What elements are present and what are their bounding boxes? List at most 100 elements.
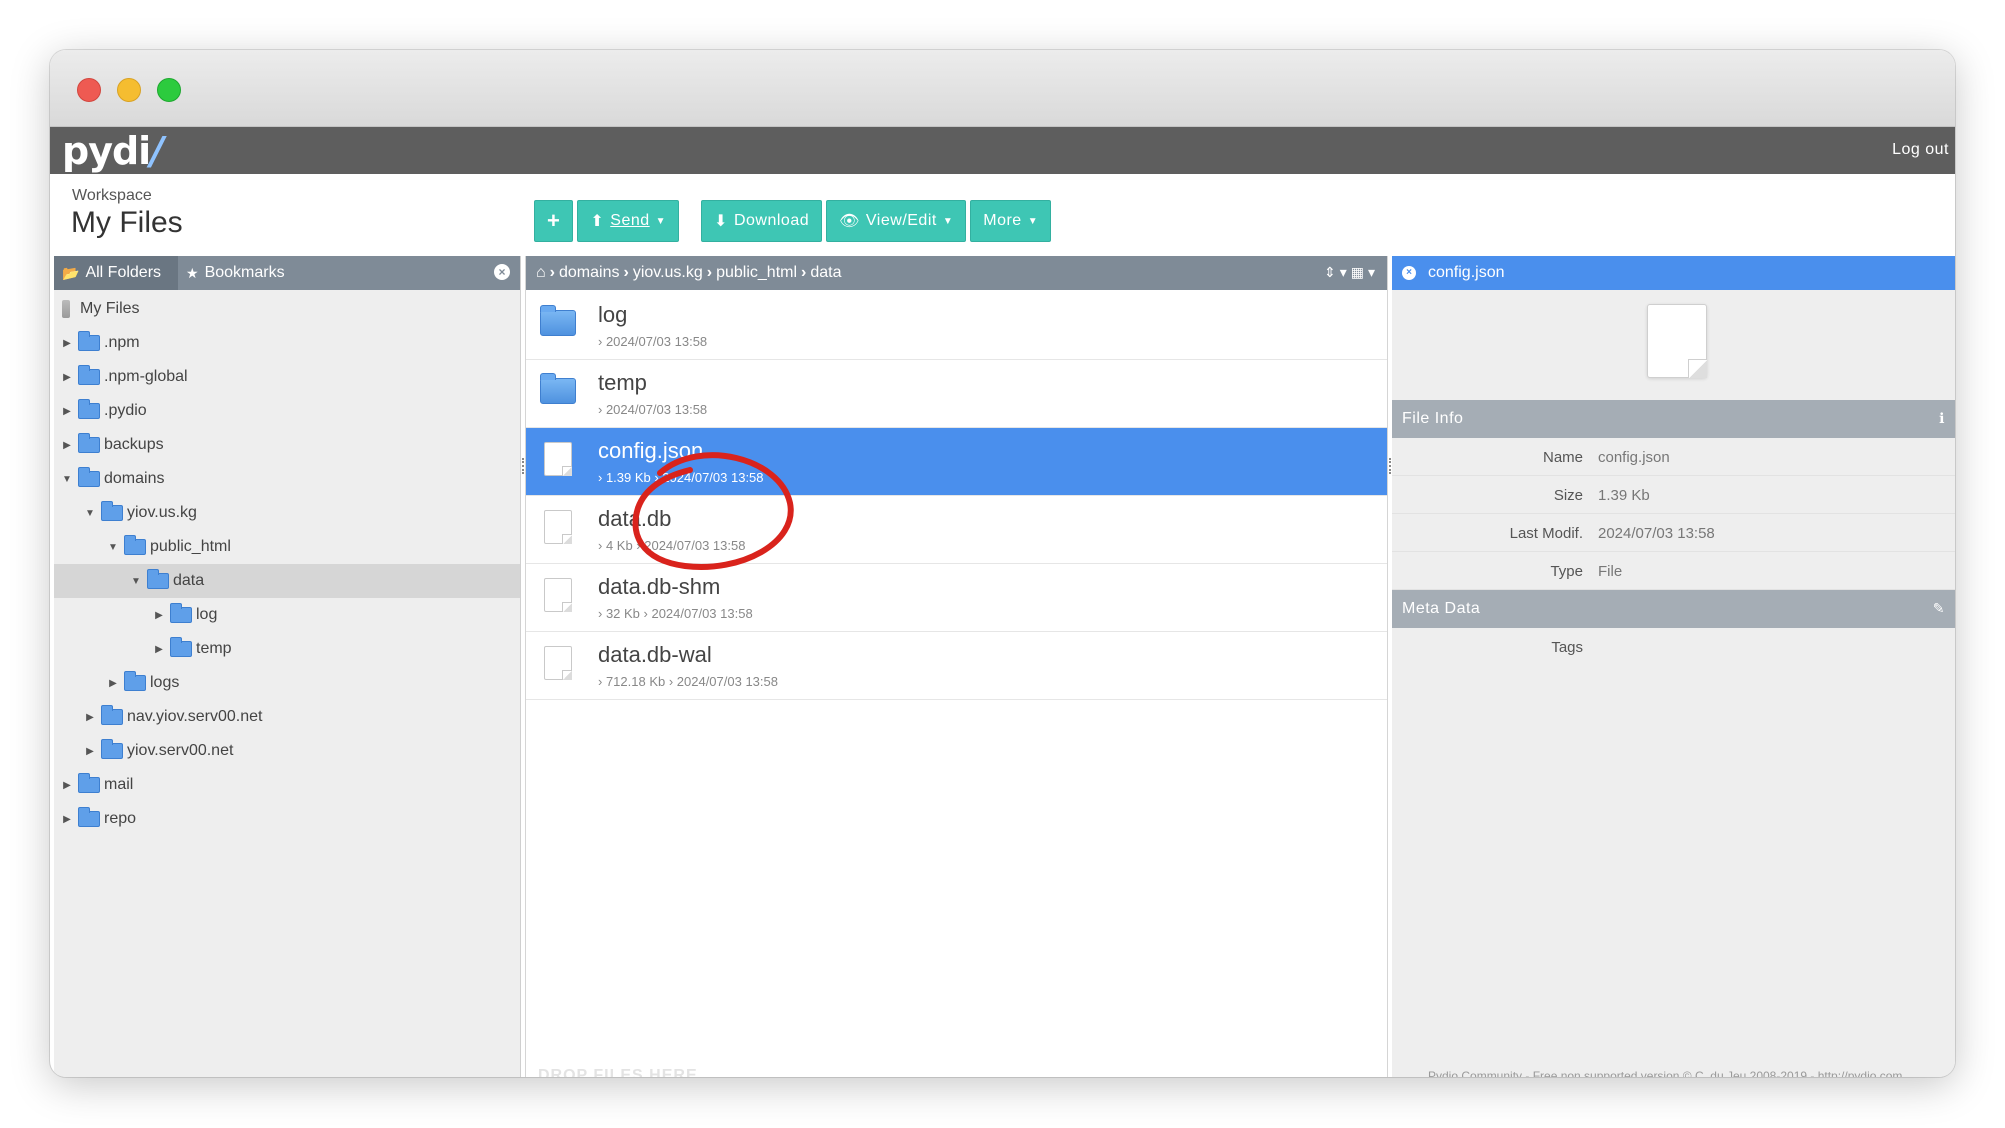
folder-icon <box>124 535 146 555</box>
download-icon: ⬇ <box>714 213 728 230</box>
info-key: Last Modif. <box>1509 525 1583 542</box>
file-name: temp <box>598 370 647 395</box>
caret-down-icon[interactable]: ▼ <box>83 508 97 519</box>
tree-item[interactable]: ▶ temp <box>54 632 520 666</box>
window-titlebar <box>50 50 1955 127</box>
tree-item[interactable]: ▶ .npm <box>54 326 520 360</box>
send-button[interactable]: ⬆ Send ▼ <box>577 200 680 242</box>
red-annotation-circle <box>632 452 794 570</box>
caret-right-icon[interactable]: ▶ <box>60 814 74 825</box>
chevron-right-icon: › <box>706 264 713 281</box>
caret-right-icon[interactable]: ▶ <box>152 610 166 621</box>
tree-item[interactable]: ▼ yiov.us.kg <box>54 496 520 530</box>
caret-down-icon[interactable]: ▼ <box>129 576 143 587</box>
close-panel-icon[interactable]: × <box>494 264 510 280</box>
tab-bookmarks[interactable]: ★ Bookmarks <box>178 256 293 290</box>
folder-icon <box>170 603 192 623</box>
caret-down-icon[interactable]: ▼ <box>106 542 120 553</box>
tree-item-label: yiov.serv00.net <box>127 742 234 759</box>
more-button[interactable]: More ▼ <box>970 200 1052 242</box>
home-icon[interactable]: ⌂ <box>536 264 546 282</box>
caret-right-icon[interactable]: ▶ <box>60 372 74 383</box>
file-row[interactable]: log › 2024/07/03 13:58 <box>526 292 1387 360</box>
caret-right-icon[interactable]: ▶ <box>60 440 74 451</box>
app-header-bar: pydi/ Log out <box>50 127 1955 174</box>
caret-right-icon[interactable]: ▶ <box>152 644 166 655</box>
tree-item[interactable]: ▼ public_html <box>54 530 520 564</box>
maximize-window-button[interactable] <box>157 78 181 102</box>
tree-item[interactable]: ▶ nav.yiov.serv00.net <box>54 700 520 734</box>
file-row[interactable]: temp › 2024/07/03 13:58 <box>526 360 1387 428</box>
pydio-logo[interactable]: pydi/ <box>62 129 164 173</box>
file-meta: › 32 Kb › 2024/07/03 13:58 <box>598 606 753 621</box>
info-icon[interactable]: ℹ <box>1939 410 1945 427</box>
folder-icon <box>170 637 192 657</box>
tree-item[interactable]: ▶ backups <box>54 428 520 462</box>
tree-item-label: backups <box>104 436 164 453</box>
tree-item-label: yiov.us.kg <box>127 504 197 521</box>
breadcrumb-item[interactable]: domains <box>559 264 619 281</box>
close-window-button[interactable] <box>77 78 101 102</box>
download-button[interactable]: ⬇ Download <box>701 200 823 242</box>
tree-item-label: .npm-global <box>104 368 188 385</box>
tree-item[interactable]: ▶ repo <box>54 802 520 836</box>
caret-right-icon[interactable]: ▶ <box>83 712 97 723</box>
folder-open-icon: 📂 <box>62 264 80 281</box>
caret-down-icon[interactable]: ▼ <box>60 474 74 485</box>
minimize-window-button[interactable] <box>117 78 141 102</box>
view-edit-button[interactable]: 👁 View/Edit ▼ <box>826 200 967 242</box>
workspace-header: Workspace My Files + ⬆ Send ▼ ⬇ Download 👁 V… <box>50 174 1955 248</box>
tree-item-label: .pydio <box>104 402 147 419</box>
add-button[interactable]: + <box>534 200 574 242</box>
breadcrumb-item[interactable]: public_html <box>716 264 797 281</box>
chevron-right-icon: › <box>801 264 807 281</box>
tree-item[interactable]: ▶ mail <box>54 768 520 802</box>
info-value: File <box>1598 563 1623 580</box>
file-icon <box>544 578 572 612</box>
folder-icon <box>101 705 123 725</box>
tab-all-folders[interactable]: 📂 All Folders <box>54 256 178 290</box>
edit-icon[interactable]: ✎ <box>1933 600 1945 617</box>
caret-right-icon[interactable]: ▶ <box>83 746 97 757</box>
file-list-panel: ⌂ › domains › yiov.us.kg › public_html › data ⇕… <box>525 256 1388 1077</box>
tree-item[interactable]: ▼ domains <box>54 462 520 496</box>
caret-right-icon[interactable]: ▶ <box>60 338 74 349</box>
tree-item[interactable]: ▼ data <box>54 564 520 598</box>
close-details-icon[interactable]: × <box>1402 266 1416 280</box>
sort-icon[interactable]: ⇕▾ <box>1324 264 1351 280</box>
info-key: Name <box>1542 449 1583 466</box>
caret-right-icon[interactable]: ▶ <box>60 780 74 791</box>
breadcrumb-item[interactable]: data <box>810 264 841 281</box>
tree-item-label: mail <box>104 776 134 793</box>
folder-icon <box>78 773 100 793</box>
display-mode-icon[interactable]: ▦▾ <box>1351 264 1379 280</box>
details-panel: × config.json File Info ℹ Name config.jso… <box>1392 256 1955 1077</box>
file-meta: › 2024/07/03 13:58 <box>598 402 708 417</box>
tree-item[interactable]: ▶ .npm-global <box>54 360 520 394</box>
tree-item[interactable]: ▶ logs <box>54 666 520 700</box>
folder-icon <box>78 807 100 827</box>
caret-right-icon[interactable]: ▶ <box>60 406 74 417</box>
details-title: config.json <box>1428 264 1505 281</box>
folder-icon <box>78 467 100 487</box>
tree-item[interactable]: My Files <box>54 292 520 326</box>
breadcrumb-item[interactable]: yiov.us.kg <box>633 264 703 281</box>
file-row[interactable]: data.db-wal › 712.18 Kb › 2024/07/03 13:5… <box>526 632 1387 700</box>
file-name: log <box>598 302 628 327</box>
logout-link[interactable]: Log out <box>1892 141 1949 159</box>
info-value: 2024/07/03 13:58 <box>1598 525 1715 542</box>
folder-icon <box>78 331 100 351</box>
folder-icon <box>147 569 169 589</box>
main-toolbar: + ⬆ Send ▼ ⬇ Download 👁 View/Edit ▼ More ▼ <box>534 200 1055 242</box>
caret-right-icon[interactable]: ▶ <box>106 678 120 689</box>
folder-icon <box>124 671 146 691</box>
file-info-row: Last Modif. 2024/07/03 13:58 <box>1392 514 1955 552</box>
tree-item-label: .npm <box>104 334 140 351</box>
folder-icon <box>101 501 123 521</box>
drop-files-hint: DROP FILES HERE <box>538 1067 698 1077</box>
tree-item[interactable]: ▶ log <box>54 598 520 632</box>
info-key: Type <box>1550 563 1583 580</box>
app-window: pydi/ Log out Workspace My Files + ⬆ Send… <box>50 50 1955 1077</box>
tree-item[interactable]: ▶ yiov.serv00.net <box>54 734 520 768</box>
tree-item[interactable]: ▶ .pydio <box>54 394 520 428</box>
